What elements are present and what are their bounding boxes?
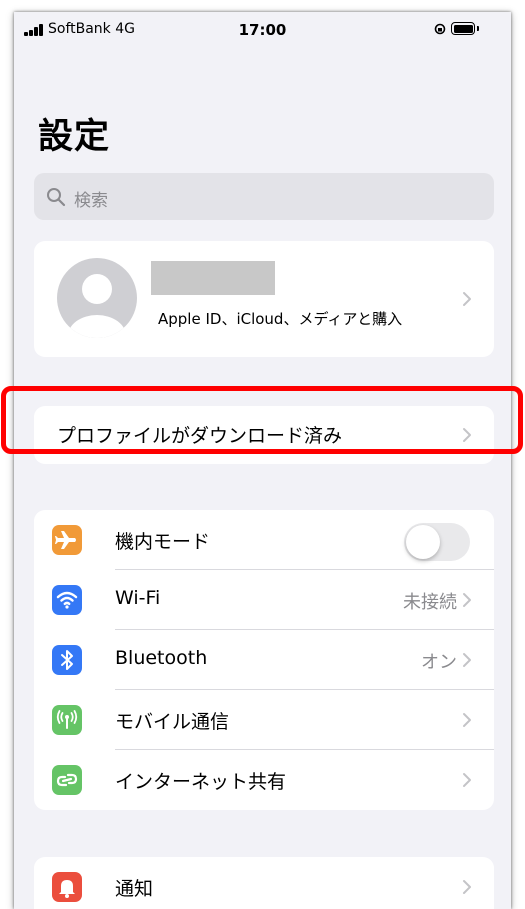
search-placeholder: 検索: [74, 191, 108, 211]
row-airplane-mode[interactable]: 機内モード: [34, 510, 494, 570]
row-mobile-data[interactable]: モバイル通信: [34, 690, 494, 750]
airplane-toggle[interactable]: [404, 523, 470, 561]
battery-cap: [477, 26, 479, 31]
avatar: [57, 258, 137, 338]
row-notifications[interactable]: 通知: [34, 857, 494, 909]
row-bluetooth[interactable]: Bluetooth オン: [34, 630, 494, 690]
row-value: 未接続: [403, 592, 457, 613]
battery-icon: [451, 22, 475, 35]
apple-id-card[interactable]: Apple ID、iCloud、メディアと購入: [34, 241, 494, 357]
status-bar: SoftBank 4G 17:00: [14, 12, 511, 48]
notifications-group: 通知: [34, 857, 494, 909]
row-personal-hotspot[interactable]: インターネット共有: [34, 750, 494, 810]
row-value: オン: [421, 652, 457, 673]
chevron-right-icon: [463, 593, 471, 607]
row-label: モバイル通信: [115, 711, 230, 733]
settings-screen: SoftBank 4G 17:00 設定 検索 Apple ID、iCloud、…: [14, 12, 511, 909]
chevron-right-icon: [463, 653, 471, 667]
airplane-icon: [52, 525, 82, 555]
bell-icon: [52, 872, 82, 902]
row-label: Wi-Fi: [115, 587, 161, 609]
chevron-right-icon: [463, 773, 471, 787]
redacted-name: [151, 261, 275, 295]
row-label: Bluetooth: [115, 647, 208, 669]
connectivity-group: 機内モード Wi-Fi 未接続 Bluetooth オン モバイル通信 インター…: [34, 510, 494, 810]
chevron-right-icon: [463, 713, 471, 727]
row-wifi[interactable]: Wi-Fi 未接続: [34, 570, 494, 630]
search-icon: [47, 188, 66, 207]
page-title: 設定: [38, 117, 111, 157]
wifi-icon: [52, 585, 82, 615]
row-label: インターネット共有: [115, 771, 287, 793]
chevron-right-icon: [463, 292, 471, 306]
row-label: 機内モード: [115, 531, 211, 553]
person-icon: [68, 274, 126, 338]
row-label: 通知: [115, 878, 154, 900]
bluetooth-icon: [52, 645, 82, 675]
antenna-icon: [52, 705, 82, 735]
search-field[interactable]: 検索: [34, 173, 494, 220]
chevron-right-icon: [463, 880, 471, 894]
screenshot-frame: SoftBank 4G 17:00 設定 検索 Apple ID、iCloud、…: [0, 0, 525, 909]
orientation-lock-icon: [434, 23, 446, 35]
hotspot-icon: [52, 765, 82, 795]
apple-id-subtitle: Apple ID、iCloud、メディアと購入: [158, 310, 403, 328]
highlight-box: [1, 386, 523, 454]
